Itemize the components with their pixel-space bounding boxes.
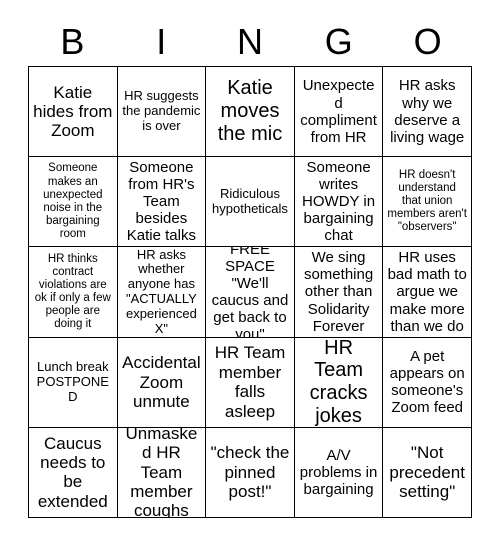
bingo-cell-text: Someone writes HOWDY in bargaining chat: [302, 159, 376, 245]
bingo-cell-text: Someone makes an unexpected noise in the…: [43, 162, 103, 241]
bingo-row: Lunch break POSTPONED Accidental Zoom un…: [29, 337, 472, 428]
bingo-cell-text: HR Team cracks jokes: [309, 337, 368, 428]
bingo-cell-text: FREE SPACE "We'll caucus and get back to…: [211, 247, 289, 338]
bingo-cell[interactable]: A/V problems in bargaining: [294, 427, 384, 519]
bingo-cell-text: Someone from HR's Team besides Katie tal…: [126, 159, 196, 245]
bingo-cell[interactable]: Unmasked HR Team member coughs: [117, 427, 207, 519]
bingo-cell-text: A pet appears on someone's Zoom feed: [389, 348, 465, 417]
bingo-cell-text: HR uses bad math to argue we make more t…: [387, 249, 467, 335]
header-letter-g: G: [324, 21, 353, 62]
bingo-cell[interactable]: Ridiculous hypotheticals: [206, 157, 295, 248]
bingo-cell[interactable]: "Not precedent setting": [383, 427, 472, 519]
bingo-cell-text: Caucus needs to be extended: [37, 433, 108, 511]
bingo-cell[interactable]: Lunch break POSTPONED: [29, 337, 118, 428]
bingo-cell[interactable]: "check the pinned post!": [206, 427, 295, 519]
bingo-cell-text: Unmasked HR Team member coughs: [125, 427, 198, 519]
bingo-cell-text: Katie moves the mic: [217, 77, 283, 145]
bingo-card: B I N G O Katie hides from Zoom HR sugge…: [0, 0, 500, 544]
header-letter-b: B: [60, 21, 85, 62]
bingo-cell-text: Lunch break POSTPONED: [36, 358, 109, 404]
bingo-cell[interactable]: HR uses bad math to argue we make more t…: [383, 247, 472, 338]
bingo-cell[interactable]: HR asks whether anyone has "ACTUALLY exp…: [117, 247, 207, 338]
bingo-grid: Katie hides from Zoom HR suggests the pa…: [28, 66, 472, 519]
bingo-cell[interactable]: Someone from HR's Team besides Katie tal…: [117, 157, 207, 248]
bingo-cell-text: "Not precedent setting": [389, 443, 465, 502]
bingo-cell-text: HR asks whether anyone has "ACTUALLY exp…: [125, 247, 197, 336]
bingo-cell-text: HR doesn't understand that union members…: [387, 169, 467, 234]
bingo-row: Katie hides from Zoom HR suggests the pa…: [29, 67, 472, 158]
bingo-cell-text: HR thinks contract violations are ok if …: [34, 252, 111, 331]
header-letter-o: O: [413, 21, 442, 62]
bingo-row: Someone makes an unexpected noise in the…: [29, 157, 472, 248]
bingo-cell[interactable]: Someone writes HOWDY in bargaining chat: [294, 157, 384, 248]
bingo-cell-text: HR Team member falls asleep: [214, 343, 286, 421]
bingo-cell[interactable]: Katie hides from Zoom: [29, 67, 118, 158]
bingo-cell[interactable]: HR Team member falls asleep: [206, 337, 295, 428]
header-letter-i: I: [156, 21, 167, 62]
bingo-cell-text: Ridiculous hypotheticals: [212, 185, 288, 216]
bingo-cell[interactable]: HR thinks contract violations are ok if …: [29, 247, 118, 338]
bingo-cell[interactable]: Katie moves the mic: [206, 67, 295, 158]
bingo-cell[interactable]: Someone makes an unexpected noise in the…: [29, 157, 118, 248]
bingo-cell[interactable]: Accidental Zoom unmute: [117, 337, 207, 428]
bingo-cell-text: Unexpected compliment from HR: [300, 77, 377, 146]
bingo-header: B I N G O: [28, 18, 472, 66]
bingo-cell[interactable]: A pet appears on someone's Zoom feed: [383, 337, 472, 428]
bingo-cell-text: HR asks why we deserve a living wage: [390, 77, 465, 146]
bingo-cell-text: "check the pinned post!": [210, 443, 290, 502]
bingo-cell[interactable]: We sing something other than Solidarity …: [294, 247, 384, 338]
bingo-row: HR thinks contract violations are ok if …: [29, 247, 472, 338]
bingo-row: Caucus needs to be extended Unmasked HR …: [29, 427, 472, 519]
bingo-cell[interactable]: HR asks why we deserve a living wage: [383, 67, 472, 158]
bingo-cell[interactable]: HR Team cracks jokes: [294, 337, 384, 428]
bingo-cell-free-space[interactable]: FREE SPACE "We'll caucus and get back to…: [206, 247, 295, 338]
header-letter-n: N: [236, 21, 263, 62]
bingo-cell[interactable]: HR suggests the pandemic is over: [117, 67, 207, 158]
bingo-cell-text: HR suggests the pandemic is over: [122, 88, 201, 133]
bingo-cell-text: Katie hides from Zoom: [33, 82, 113, 141]
bingo-cell-text: Accidental Zoom unmute: [122, 353, 201, 411]
bingo-cell[interactable]: Unexpected compliment from HR: [294, 67, 384, 158]
bingo-cell[interactable]: HR doesn't understand that union members…: [383, 157, 472, 248]
bingo-cell[interactable]: Caucus needs to be extended: [29, 427, 118, 519]
bingo-cell-text: We sing something other than Solidarity …: [303, 249, 374, 335]
bingo-cell-text: A/V problems in bargaining: [299, 446, 378, 498]
